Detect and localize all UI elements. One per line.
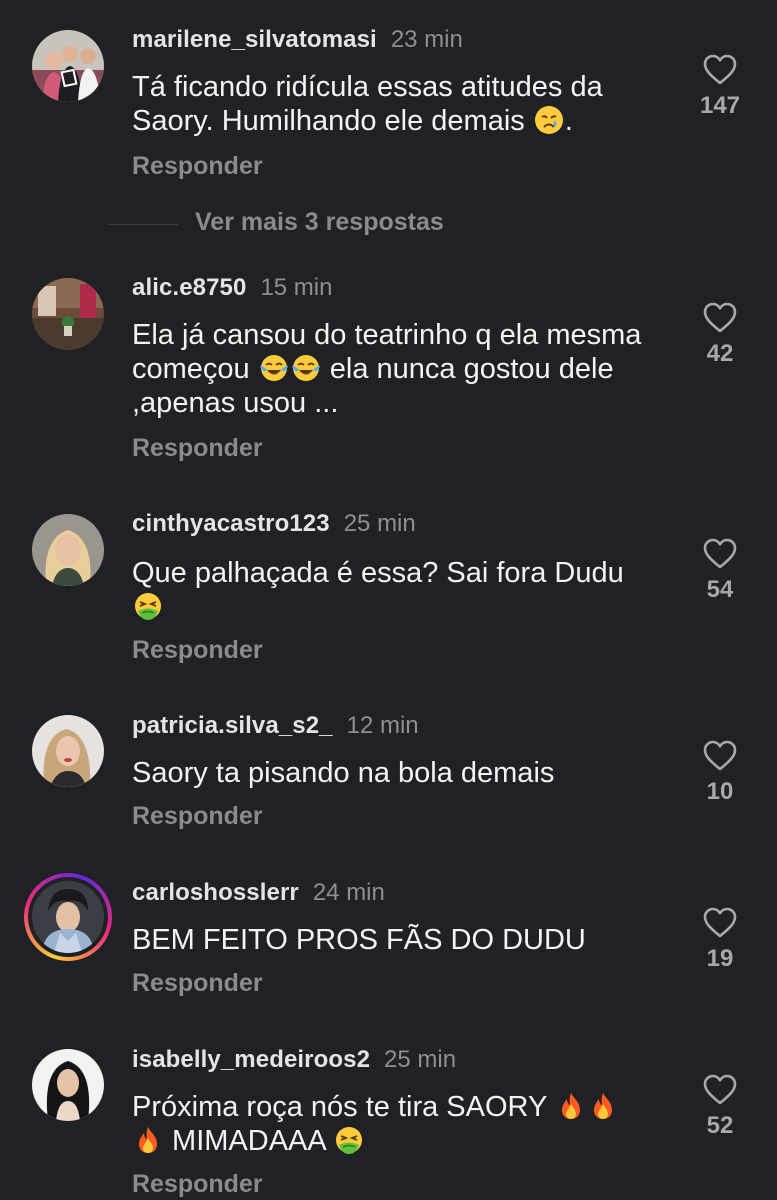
heart-outline-icon bbox=[703, 54, 737, 85]
like-button[interactable]: 19 bbox=[690, 907, 750, 973]
like-count: 54 bbox=[706, 576, 734, 603]
timestamp: 24 min bbox=[312, 879, 385, 906]
avatar[interactable] bbox=[32, 715, 104, 787]
heart-outline-icon bbox=[703, 740, 737, 771]
username[interactable]: marilene_silvatomasi bbox=[132, 26, 377, 54]
reply-button[interactable]: Responder bbox=[132, 152, 263, 181]
timestamp: 25 min bbox=[384, 1046, 457, 1073]
crying-face-icon bbox=[534, 105, 564, 135]
timestamp: 23 min bbox=[390, 26, 463, 53]
heart-outline-icon bbox=[703, 1074, 737, 1105]
comment-text: Próxima roça nós te tira SAORY MIMADAAA bbox=[132, 1090, 672, 1158]
like-button[interactable]: 147 bbox=[690, 54, 750, 120]
nauseated-face-icon bbox=[133, 591, 163, 621]
like-count: 42 bbox=[706, 340, 734, 367]
comment-text: Que palhaçada é essa? Sai fora Dudu bbox=[132, 556, 672, 624]
like-count: 147 bbox=[699, 92, 741, 119]
comment-text: Tá ficando ridícula essas atitudes da Sa… bbox=[132, 71, 603, 137]
username[interactable]: cinthyacastro123 bbox=[132, 510, 330, 538]
username[interactable]: alic.e8750 bbox=[132, 274, 246, 302]
nauseated-face-icon bbox=[334, 1125, 364, 1155]
username[interactable]: patricia.silva_s2_ bbox=[132, 712, 333, 740]
like-count: 19 bbox=[706, 945, 734, 972]
divider bbox=[108, 224, 178, 225]
like-count: 52 bbox=[706, 1112, 734, 1139]
view-more-replies-label[interactable]: Ver mais 3 respostas bbox=[195, 208, 444, 237]
timestamp: 12 min bbox=[346, 712, 419, 739]
fire-icon bbox=[556, 1091, 586, 1121]
heart-outline-icon bbox=[703, 907, 737, 938]
comment-text: Saory ta pisando na bola demais bbox=[132, 757, 555, 789]
avatar[interactable] bbox=[32, 1049, 104, 1121]
reply-button[interactable]: Responder bbox=[132, 434, 263, 463]
avatar[interactable] bbox=[32, 881, 104, 953]
heart-outline-icon bbox=[703, 302, 737, 333]
timestamp: 15 min bbox=[260, 274, 333, 301]
comment-text: Ela já cansou do teatrinho q ela mesma c… bbox=[132, 319, 642, 419]
story-ring[interactable] bbox=[24, 873, 112, 961]
like-button[interactable]: 10 bbox=[690, 740, 750, 806]
reply-button[interactable]: Responder bbox=[132, 969, 263, 998]
avatar[interactable] bbox=[32, 514, 104, 586]
like-button[interactable]: 54 bbox=[690, 538, 750, 604]
avatar[interactable] bbox=[32, 278, 104, 350]
like-button[interactable]: 42 bbox=[690, 302, 750, 368]
tears-of-joy-icon bbox=[291, 353, 321, 383]
username[interactable]: carloshosslerr bbox=[132, 879, 299, 907]
tears-of-joy-icon bbox=[259, 353, 289, 383]
like-button[interactable]: 52 bbox=[690, 1074, 750, 1140]
reply-button[interactable]: Responder bbox=[132, 802, 263, 831]
reply-button[interactable]: Responder bbox=[132, 636, 263, 665]
like-count: 10 bbox=[706, 778, 734, 805]
comment-text: BEM FEITO PROS FÃS DO DUDU bbox=[132, 924, 586, 956]
view-more-replies[interactable]: Ver mais 3 respostas bbox=[0, 202, 777, 246]
avatar[interactable] bbox=[32, 30, 104, 102]
fire-icon bbox=[588, 1091, 618, 1121]
reply-button[interactable]: Responder bbox=[132, 1170, 263, 1199]
heart-outline-icon bbox=[703, 538, 737, 569]
timestamp: 25 min bbox=[343, 510, 416, 537]
username[interactable]: isabelly_medeiroos2 bbox=[132, 1046, 370, 1074]
fire-icon bbox=[133, 1125, 163, 1155]
